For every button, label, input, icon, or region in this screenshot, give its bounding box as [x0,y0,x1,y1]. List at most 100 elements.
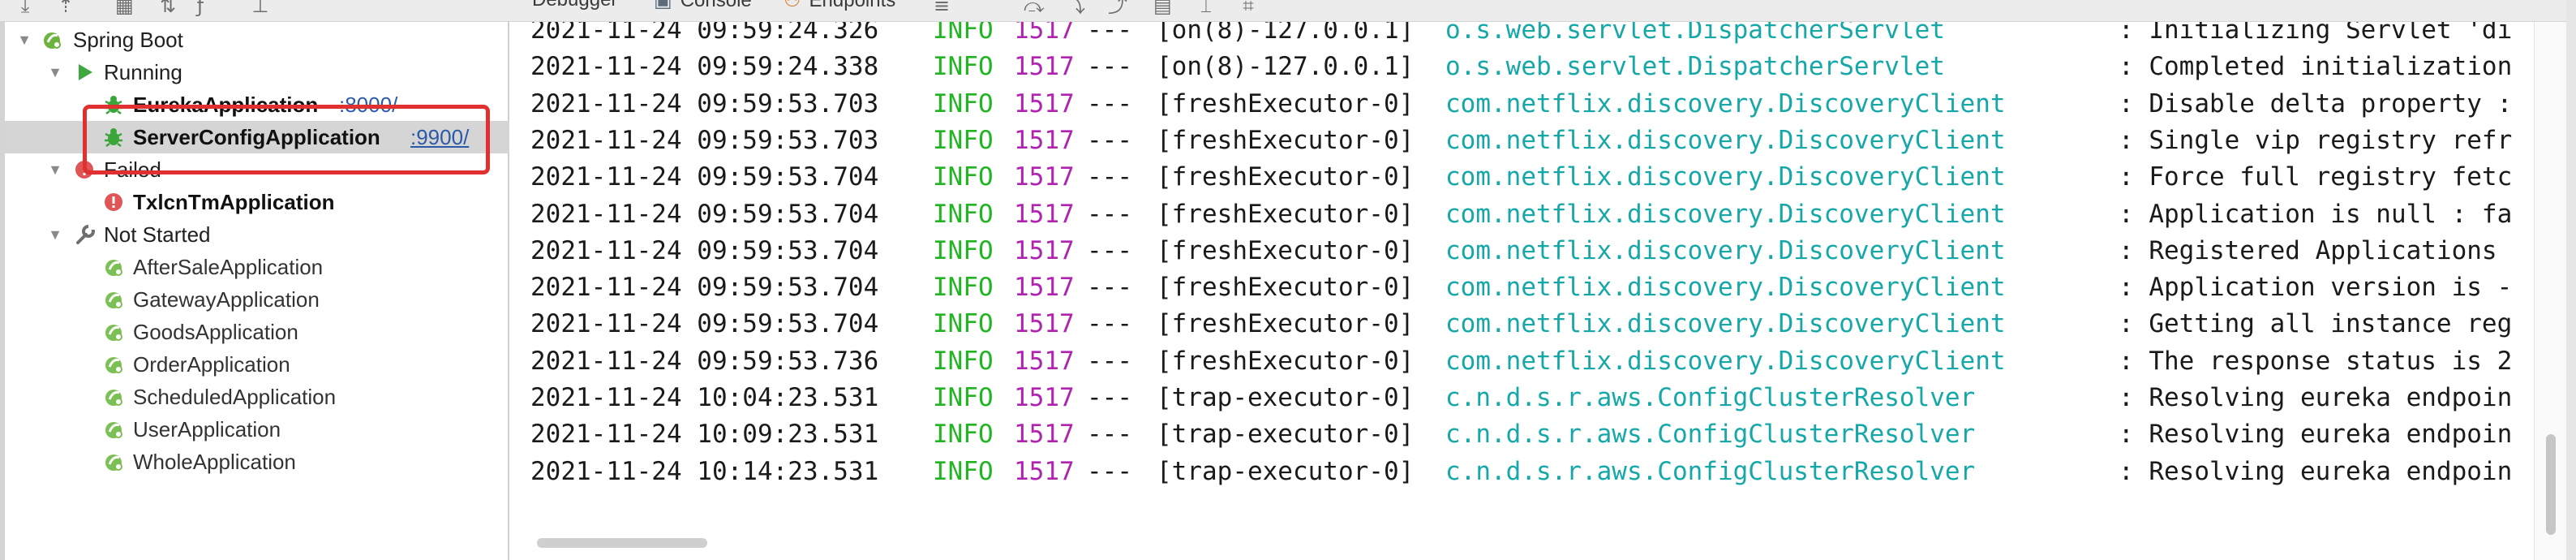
log-thread: [trap-executor-0] [1157,420,1415,450]
tree-item-scheduled-application[interactable]: ScheduledApplication [5,381,509,413]
console-vertical-scrollbar[interactable] [2534,22,2567,560]
log-line: 2021-11-24 09:59:24.338 INFO 1517 --- [on(8)… [530,49,2534,85]
chevron-down-icon[interactable]: ▼ [16,24,32,56]
log-line: 2021-11-24 09:59:53.703 INFO 1517 --- [fresh… [530,123,2534,159]
function-icon[interactable]: ƒ [191,0,209,15]
tab-console[interactable]: ▣ Console [654,0,752,11]
tree-item-server-config-application[interactable]: ServerConfigApplication :9900/ [5,121,509,153]
scrollbar-thumb[interactable] [537,538,707,548]
window-edge [2566,0,2576,560]
port-link[interactable]: :9900/ [410,121,469,153]
tree-item-gateway-application[interactable]: GatewayApplication [5,283,509,316]
log-logger: o.s.web.servlet.DispatcherServlet [1445,52,1945,82]
log-pid: 1517 [1014,420,1075,450]
tree-item-txlcn-tm-application[interactable]: TxlcnTmApplication [5,186,509,218]
log-message: : Getting all instance reg [2119,309,2513,339]
log-separator: --- [1087,88,1132,118]
log-line: 2021-11-24 10:04:23.531 INFO 1517 --- [trap-… [530,380,2534,416]
log-pid: 1517 [1014,383,1075,412]
spring-boot-icon [105,292,122,308]
step-over-icon[interactable]: ⤼ [1024,0,1045,15]
log-logger: com.netflix.discovery.DiscoveryClient [1445,309,2006,339]
log-line: 2021-11-24 10:14:23.531 INFO 1517 --- [trap-… [530,454,2534,490]
log-separator: --- [1087,235,1132,265]
log-level: INFO [933,383,994,412]
tree-node-not-started[interactable]: ▼ Not Started [5,218,509,251]
step-into-icon[interactable]: ⤵ [1066,0,1085,15]
chevron-down-icon[interactable]: ▼ [47,153,63,186]
tree-item-eureka-application[interactable]: EurekaApplication :8000/ [5,88,509,121]
grid-icon[interactable]: ▤ [1153,0,1172,15]
log-message: : Application is null : fa [2119,199,2513,229]
step-out-icon[interactable]: ⤴ [1108,0,1127,15]
log-thread: [freshExecutor-0] [1157,199,1415,229]
log-logger: com.netflix.discovery.DiscoveryClient [1445,273,2006,303]
log-logger: o.s.web.servlet.DispatcherServlet [1445,22,1945,45]
spring-boot-icon [105,390,122,406]
log-timestamp: 2021-11-24 09:59:53.704 [530,199,879,229]
align-top-icon[interactable]: ⎺ [981,0,1001,15]
menu-icon[interactable]: ≡ [933,0,951,15]
tree-node-failed[interactable]: ▼ Failed [5,153,509,186]
log-separator: --- [1087,456,1132,486]
log-separator: --- [1087,309,1132,339]
evaluate-icon[interactable]: ⌗ [1239,0,1257,15]
log-thread: [on(8)-127.0.0.1] [1157,22,1415,45]
log-thread: [freshExecutor-0] [1157,235,1415,265]
log-message: : Initializing Servlet 'di [2119,22,2513,45]
log-message: : Force full registry fetc [2119,162,2513,192]
console-horizontal-scrollbar[interactable] [511,532,2534,554]
tree-item-goods-application[interactable]: GoodsApplication [5,316,509,348]
log-separator: --- [1087,125,1132,155]
port-link[interactable]: :8000/ [339,88,397,121]
pin-icon[interactable]: ⊥ [251,0,269,15]
error-icon [75,161,93,179]
log-pid: 1517 [1014,309,1075,339]
tab-endpoints[interactable]: ⚇ Endpoints [784,0,895,11]
sort-icon[interactable]: ⇅ [159,0,177,15]
cursor-icon[interactable]: ⌶ [1197,0,1215,15]
log-pid: 1517 [1014,235,1075,265]
spring-boot-icon [105,454,122,471]
log-timestamp: 2021-11-24 10:09:23.531 [530,420,879,450]
scrollbar-thumb[interactable] [2546,434,2556,535]
arrow-up-icon[interactable]: ⇡ [57,0,75,15]
log-line: 2021-11-24 09:59:24.326 INFO 1517 --- [on(8)… [530,22,2534,49]
log-pid: 1517 [1014,346,1075,376]
layout-icon[interactable]: ▦ [115,0,134,15]
tree-item-user-application[interactable]: UserApplication [5,413,509,446]
services-tree: ▼ Spring Boot ▼ Running EurekaApplicatio… [0,22,509,560]
tree-node-spring-boot[interactable]: ▼ Spring Boot [5,24,509,56]
endpoints-icon: ⚇ [784,0,801,11]
tree-item-after-sale-application[interactable]: AfterSaleApplication [5,251,509,283]
error-icon [105,193,122,211]
log-pid: 1517 [1014,162,1075,192]
log-thread: [freshExecutor-0] [1157,346,1415,376]
log-timestamp: 2021-11-24 09:59:53.704 [530,162,879,192]
log-timestamp: 2021-11-24 10:14:23.531 [530,456,879,486]
log-thread: [on(8)-127.0.0.1] [1157,52,1415,82]
tree-item-order-application[interactable]: OrderApplication [5,348,509,381]
log-message: : Resolving eureka endpoin [2119,383,2513,412]
log-line: 2021-11-24 10:09:23.531 INFO 1517 --- [trap-… [530,416,2534,453]
tree-item-whole-application[interactable]: WholeApplication [5,446,509,478]
log-level: INFO [933,456,994,486]
console-output[interactable]: 2021-11-24 09:59:24.326 INFO 1517 --- [on(8)… [511,22,2534,560]
tab-debugger[interactable]: Debugger [532,0,617,11]
log-pid: 1517 [1014,456,1075,486]
console-icon: ▣ [654,0,672,11]
chevron-down-icon[interactable]: ▼ [47,218,63,251]
tree-node-running[interactable]: ▼ Running [5,56,509,88]
log-logger: com.netflix.discovery.DiscoveryClient [1445,162,2006,192]
log-line: 2021-11-24 09:59:53.704 INFO 1517 --- [fresh… [530,196,2534,233]
log-thread: [freshExecutor-0] [1157,162,1415,192]
debug-bug-icon [105,128,122,147]
log-line: 2021-11-24 09:59:53.704 INFO 1517 --- [fresh… [530,233,2534,269]
log-message: : Resolving eureka endpoin [2119,420,2513,450]
log-separator: --- [1087,52,1132,82]
log-separator: --- [1087,162,1132,192]
log-level: INFO [933,346,994,376]
download-icon[interactable]: ⤓ [16,0,34,15]
chevron-down-icon[interactable]: ▼ [47,56,63,88]
log-message: : Completed initialization [2119,52,2513,82]
